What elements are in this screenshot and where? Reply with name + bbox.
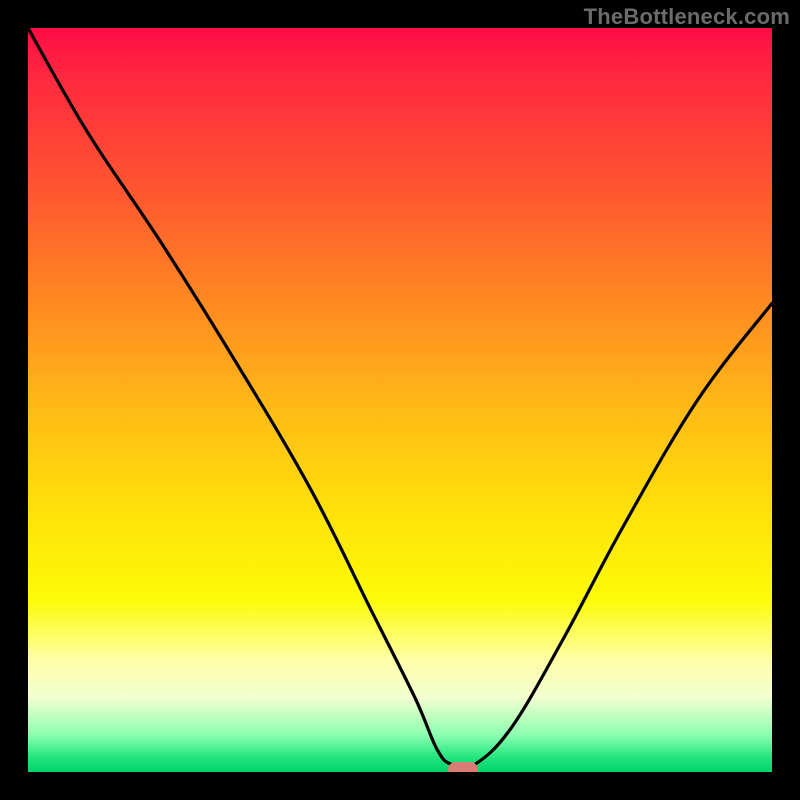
attribution-text: TheBottleneck.com: [584, 4, 790, 30]
plot-area: [28, 28, 772, 772]
optimal-point-marker: [448, 762, 478, 772]
chart-frame: TheBottleneck.com: [0, 0, 800, 800]
bottleneck-curve: [28, 28, 772, 772]
